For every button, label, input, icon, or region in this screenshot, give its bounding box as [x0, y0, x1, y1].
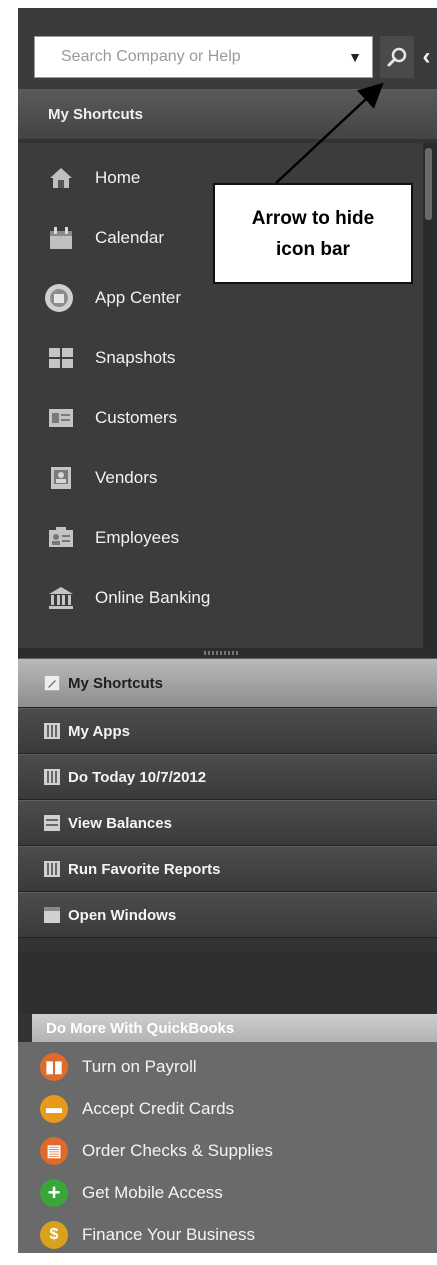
calendar-icon	[44, 769, 60, 785]
calendar-icon	[50, 227, 72, 249]
plus-icon: +	[40, 1179, 68, 1207]
shortcut-customers[interactable]: Customers	[18, 389, 423, 447]
chevron-down-icon[interactable]: ▼	[344, 37, 366, 77]
windows-icon	[44, 907, 60, 923]
balances-icon	[44, 815, 60, 831]
section-title: My Shortcuts	[48, 105, 144, 123]
hide-icon-bar-button[interactable]: ‹	[416, 36, 437, 78]
employees-icon	[49, 527, 73, 547]
annotation-line: icon bar	[276, 238, 350, 260]
tab-label: Do Today 10/7/2012	[68, 768, 207, 786]
shortcut-label: Home	[95, 168, 141, 187]
tab-my-apps[interactable]: My Apps	[18, 708, 437, 754]
shortcut-label: App Center	[95, 288, 181, 307]
promo-turn-on-payroll[interactable]: ▮▮ Turn on Payroll	[18, 1046, 437, 1088]
promo-finance-your-business[interactable]: $ Finance Your Business	[18, 1214, 437, 1253]
promo-label: Order Checks & Supplies	[82, 1141, 273, 1160]
shortcut-online-banking[interactable]: Online Banking	[18, 569, 423, 627]
search-button[interactable]	[380, 36, 414, 78]
chevron-left-icon: ‹	[422, 43, 431, 70]
shortcut-label: Online Banking	[95, 588, 211, 607]
shortcut-snapshots[interactable]: Snapshots	[18, 329, 423, 387]
my-shortcuts-header: My Shortcuts	[18, 89, 437, 139]
snapshots-icon	[49, 348, 73, 368]
tab-my-shortcuts[interactable]: My Shortcuts	[18, 658, 437, 708]
promo-get-mobile-access[interactable]: + Get Mobile Access	[18, 1172, 437, 1214]
scrollbar-thumb[interactable]	[425, 148, 432, 220]
shortcut-employees[interactable]: Employees	[18, 509, 423, 567]
finance-icon: $	[40, 1221, 68, 1249]
tab-run-favorite-reports[interactable]: Run Favorite Reports	[18, 846, 437, 892]
apps-icon	[44, 723, 60, 739]
do-more-list: ▮▮ Turn on Payroll ▬ Accept Credit Cards…	[18, 1042, 437, 1253]
checks-icon: ▤	[40, 1137, 68, 1165]
shortcuts-icon	[44, 675, 60, 691]
payroll-icon: ▮▮	[40, 1053, 68, 1081]
credit-card-icon: ▬	[40, 1095, 68, 1123]
tab-view-balances[interactable]: View Balances	[18, 800, 437, 846]
shortcut-label: Snapshots	[95, 348, 176, 367]
empty-panel	[18, 952, 437, 1014]
tab-label: My Apps	[68, 722, 130, 740]
bank-icon	[49, 587, 73, 609]
tab-open-windows[interactable]: Open Windows	[18, 892, 437, 938]
search-icon	[387, 47, 407, 67]
promo-label: Finance Your Business	[82, 1225, 255, 1244]
do-more-header: Do More With QuickBooks	[32, 1014, 437, 1042]
promo-label: Accept Credit Cards	[82, 1099, 235, 1118]
annotation-callout: Arrow to hide icon bar	[213, 183, 413, 284]
app-center-icon	[45, 284, 73, 312]
customers-icon	[49, 409, 73, 427]
annotation-line: Arrow to hide	[251, 207, 375, 229]
reports-icon	[44, 861, 60, 877]
tab-label: Open Windows	[68, 906, 177, 924]
tab-do-today[interactable]: Do Today 10/7/2012	[18, 754, 437, 800]
search-toolbar: ▼ ‹	[18, 8, 437, 89]
shortcut-partial[interactable]	[18, 629, 423, 648]
shortcut-vendors[interactable]: Vendors	[18, 449, 423, 507]
shortcut-label: Vendors	[95, 468, 158, 487]
vendors-icon	[51, 467, 71, 489]
promo-accept-credit-cards[interactable]: ▬ Accept Credit Cards	[18, 1088, 437, 1130]
shortcut-label: Calendar	[95, 228, 164, 247]
resize-handle[interactable]	[18, 648, 437, 658]
search-input[interactable]	[35, 37, 335, 77]
tab-label: Run Favorite Reports	[68, 860, 221, 878]
shortcut-label: Customers	[95, 408, 178, 427]
shortcut-label: Employees	[95, 528, 180, 547]
grip-icon	[204, 651, 238, 655]
home-icon	[50, 168, 72, 188]
promo-label: Get Mobile Access	[82, 1183, 223, 1202]
section-title: Do More With QuickBooks	[46, 1019, 235, 1037]
promo-order-checks[interactable]: ▤ Order Checks & Supplies	[18, 1130, 437, 1172]
search-field[interactable]: ▼	[34, 36, 373, 78]
tab-label: My Shortcuts	[68, 674, 164, 692]
tab-label: View Balances	[68, 814, 172, 832]
promo-label: Turn on Payroll	[82, 1057, 197, 1076]
